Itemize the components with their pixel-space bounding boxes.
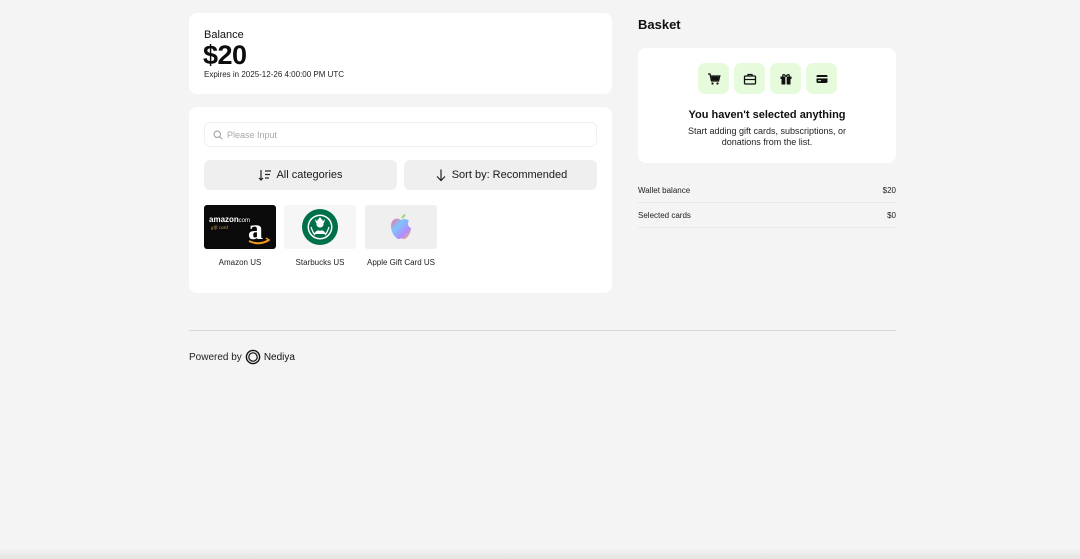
all-categories-button[interactable]: All categories xyxy=(204,160,397,190)
summary-label: Selected cards xyxy=(638,210,691,220)
summary-value: $0 xyxy=(887,210,896,220)
sort-label: Sort by: Recommended xyxy=(451,169,568,181)
product-name: Amazon US xyxy=(218,258,262,267)
all-categories-label: All categories xyxy=(276,169,343,181)
basket-icon-row xyxy=(698,63,837,94)
bottom-edge-shadow xyxy=(0,548,1080,559)
briefcase-icon xyxy=(743,73,756,85)
balance-card: Balance $20 Expires in 2025-12-26 4:00:0… xyxy=(189,13,612,94)
product-card-amazon[interactable]: amazon .com gift card a Amazon US xyxy=(204,205,276,267)
summary-row-selected: Selected cards $0 xyxy=(638,203,896,228)
briefcase-tile xyxy=(734,63,765,94)
summary-label: Wallet balance xyxy=(638,185,691,195)
svg-text:gift card: gift card xyxy=(211,226,228,231)
footer-divider xyxy=(189,330,896,331)
powered-by: Powered by Nediya xyxy=(189,349,295,365)
apple-logo xyxy=(365,205,437,249)
brand-name[interactable]: Nediya xyxy=(264,352,295,363)
cart-tile xyxy=(698,63,729,94)
catalog-card: All categories Sort by: Recommended amaz… xyxy=(189,107,612,293)
summary-row-wallet: Wallet balance $20 xyxy=(638,178,896,203)
product-name: Starbucks US xyxy=(295,258,345,267)
amazon-gift-card-logo: amazon .com gift card a xyxy=(204,205,276,249)
product-card-starbucks[interactable]: Starbucks US xyxy=(284,205,356,267)
svg-text:amazon: amazon xyxy=(209,215,239,224)
arrow-down-icon xyxy=(436,169,446,182)
sort-lines-icon xyxy=(259,170,272,181)
product-card-apple[interactable]: Apple Gift Card US xyxy=(365,205,437,267)
card-tile xyxy=(806,63,837,94)
search-input[interactable] xyxy=(227,126,587,144)
search-icon xyxy=(213,130,223,140)
balance-amount: $20 xyxy=(203,40,247,70)
nediya-logo-icon xyxy=(245,349,261,365)
product-name: Apple Gift Card US xyxy=(366,258,436,267)
summary-value: $20 xyxy=(882,185,896,195)
sort-button[interactable]: Sort by: Recommended xyxy=(404,160,597,190)
powered-by-label: Powered by xyxy=(189,351,242,363)
empty-basket-title: You haven't selected anything xyxy=(688,109,846,121)
basket-empty-card: You haven't selected anything Start addi… xyxy=(638,48,896,163)
search-box[interactable] xyxy=(204,122,597,147)
basket-title: Basket xyxy=(638,17,681,32)
balance-expiry: Expires in 2025-12-26 4:00:00 PM UTC xyxy=(204,70,345,79)
gift-tile xyxy=(770,63,801,94)
starbucks-logo xyxy=(284,205,356,249)
empty-basket-subtitle: Start adding gift cards, subscriptions, … xyxy=(687,126,847,147)
cart-icon xyxy=(707,72,721,85)
card-icon xyxy=(816,74,827,83)
gift-icon xyxy=(780,73,791,84)
